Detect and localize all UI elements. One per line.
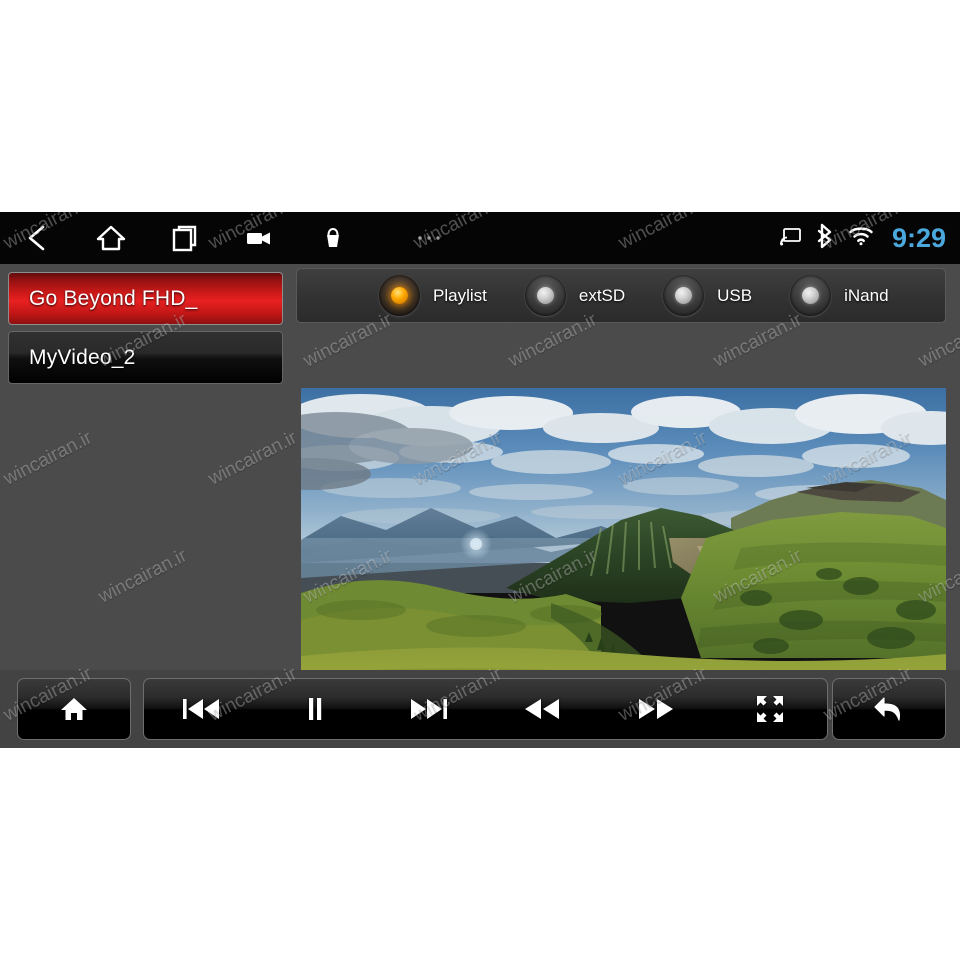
playlist-panel: Go Beyond FHD_ MyVideo_2 (0, 264, 291, 674)
pause-icon (308, 698, 321, 720)
radio-knob-icon[interactable] (663, 275, 705, 316)
source-option-label: USB (717, 285, 753, 305)
shopping-bag-icon[interactable] (296, 212, 370, 264)
home-icon (61, 698, 87, 720)
back-chevron-icon[interactable] (0, 212, 74, 264)
bluetooth-icon[interactable] (815, 223, 835, 254)
source-option-label: iNand (844, 285, 889, 305)
source-option-label: Playlist (433, 285, 487, 305)
list-item[interactable]: Go Beyond FHD_ (8, 272, 283, 325)
source-option-inand[interactable]: iNand (790, 275, 889, 316)
fast-forward-icon (639, 699, 674, 719)
android-navigation-bar: 9:29 (0, 212, 960, 264)
home-icon[interactable] (74, 212, 148, 264)
radio-knob-icon[interactable] (790, 275, 832, 316)
wifi-icon[interactable] (848, 225, 874, 251)
video-camera-icon[interactable] (222, 212, 296, 264)
rewind-button[interactable] (485, 679, 599, 739)
video-frame-image (301, 388, 946, 718)
next-track-icon (410, 699, 447, 719)
nav-button-group (0, 212, 488, 264)
fullscreen-icon (757, 696, 784, 722)
recent-apps-icon[interactable] (148, 212, 222, 264)
source-option-usb[interactable]: USB (663, 275, 752, 316)
previous-track-button[interactable] (144, 679, 258, 739)
fullscreen-button[interactable] (713, 679, 827, 739)
source-option-label: extSD (578, 285, 626, 305)
playback-controls-group (143, 678, 828, 740)
car-head-unit-screen: 9:29 Go Beyond FHD_ MyVideo_2 Playlist e… (0, 212, 960, 748)
transport-control-bar (0, 670, 960, 748)
radio-knob-icon[interactable] (379, 275, 420, 316)
source-option-playlist[interactable]: Playlist (379, 275, 487, 316)
overflow-menu-icon[interactable] (370, 212, 488, 264)
undo-arrow-icon (874, 697, 901, 721)
playlist-item-label: MyVideo_2 (29, 345, 136, 369)
source-option-extsd[interactable]: extSD (524, 275, 626, 316)
rewind-icon (525, 699, 560, 719)
return-button[interactable] (832, 678, 946, 740)
fast-forward-button[interactable] (599, 679, 713, 739)
video-surface[interactable] (301, 388, 946, 718)
next-track-button[interactable] (372, 679, 486, 739)
playlist-item-label: Go Beyond FHD_ (29, 286, 198, 310)
previous-track-icon (182, 699, 219, 719)
pause-button[interactable] (258, 679, 372, 739)
cast-screen-icon[interactable] (780, 226, 802, 251)
screenshot-canvas: 9:29 Go Beyond FHD_ MyVideo_2 Playlist e… (0, 0, 960, 960)
list-item[interactable]: MyVideo_2 (8, 331, 283, 384)
radio-knob-icon[interactable] (524, 275, 566, 316)
status-clock: 9:29 (891, 222, 946, 253)
home-button[interactable] (17, 678, 131, 740)
source-selector-bar: Playlist extSD USB iNand (296, 268, 946, 323)
system-status-icons: 9:29 (780, 212, 946, 264)
